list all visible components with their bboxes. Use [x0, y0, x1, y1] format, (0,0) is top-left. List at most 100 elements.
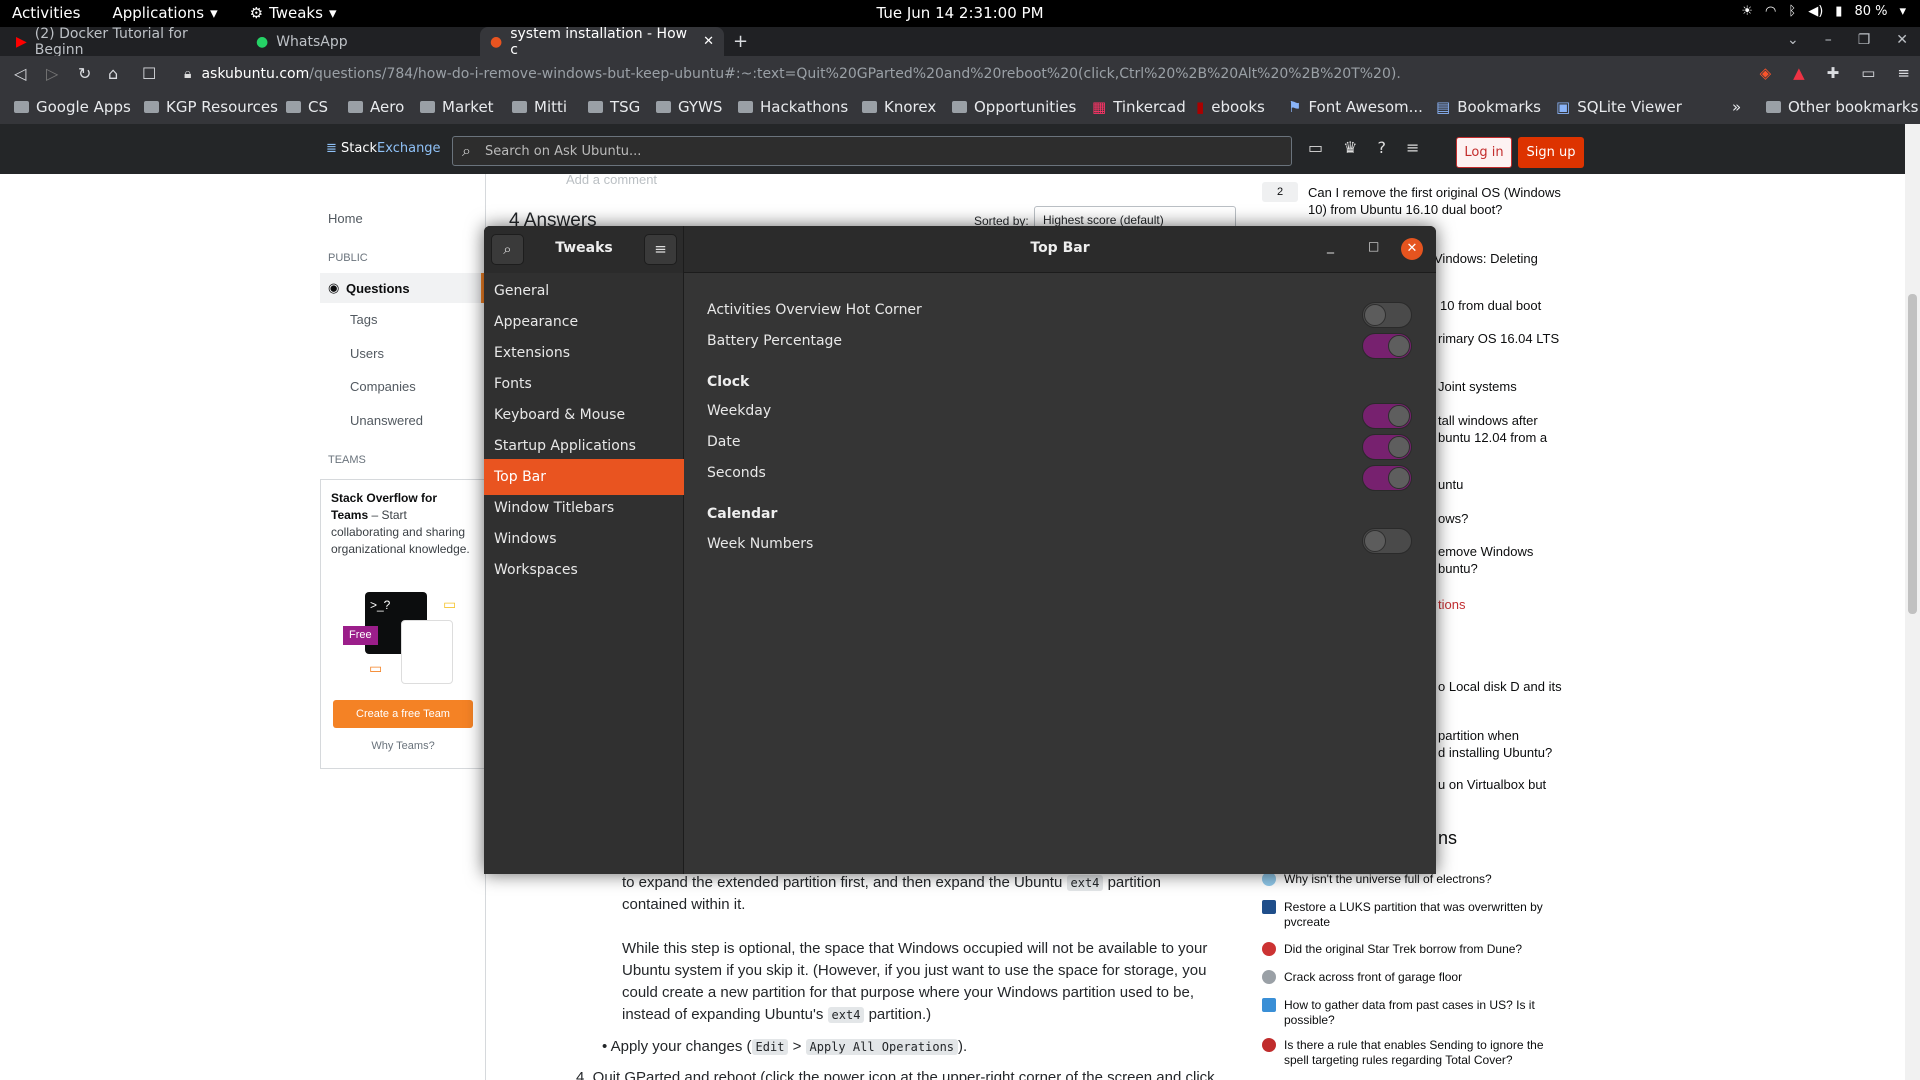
battery-percentage: 80 %	[1854, 4, 1888, 19]
hot-corner-switch[interactable]	[1362, 302, 1412, 328]
bookmark-bookmarks[interactable]: ▤ Bookmarks	[1436, 98, 1541, 116]
create-team-button[interactable]: Create a free Team	[333, 700, 473, 728]
related-question[interactable]: emove Windows	[1438, 543, 1578, 560]
bookmark-opportunities[interactable]: Opportunities	[952, 98, 1076, 116]
home-icon[interactable]: ⌂	[108, 64, 118, 83]
brave-shield-icon[interactable]: ◈	[1760, 64, 1772, 82]
tab-askubuntu[interactable]: ● system installation - How c ✕	[480, 26, 724, 58]
site-switcher-icon[interactable]: ≡	[1406, 138, 1419, 157]
related-question[interactable]: o Local disk D and its	[1438, 678, 1578, 695]
more-bookmarks-button[interactable]: »	[1732, 98, 1741, 116]
bookmark-hackathons[interactable]: Hackathons	[738, 98, 848, 116]
maximize-icon[interactable]: □	[1368, 239, 1379, 253]
close-tab-icon[interactable]: ✕	[703, 34, 714, 49]
brave-rewards-icon[interactable]: ▲	[1793, 64, 1805, 82]
inbox-icon[interactable]: ▭	[1308, 138, 1323, 157]
related-question[interactable]: buntu?	[1438, 560, 1578, 577]
browser-toolbar: ◁ ▷ ↻ ⌂ ☐ 🔒︎ askubuntu.com/questions/784…	[0, 56, 1920, 92]
related-question[interactable]: ows?	[1438, 510, 1578, 527]
nav-tags[interactable]: Tags	[350, 312, 377, 327]
browser-tab-bar: ▶ (2) Docker Tutorial for Beginn ● Whats…	[0, 26, 1920, 58]
extensions-icon[interactable]: ✚	[1827, 64, 1840, 82]
tweaks-app-title: Tweaks	[555, 240, 613, 256]
related-question[interactable]: Vindows: Deleting	[1434, 250, 1574, 267]
battery-percentage-switch[interactable]	[1362, 333, 1412, 359]
nav-home[interactable]: Home	[328, 211, 363, 226]
site-search-input[interactable]: ⌕ Search on Ask Ubuntu...	[452, 136, 1292, 166]
stackexchange-logo[interactable]: ≣ StackExchange	[326, 141, 441, 156]
bookmark-market[interactable]: Market	[420, 98, 494, 116]
bookmark-sqlite-viewer[interactable]: ▣ SQLite Viewer	[1556, 98, 1682, 116]
why-teams-link[interactable]: Why Teams?	[321, 738, 485, 755]
minimize-icon[interactable]: –	[1825, 32, 1832, 48]
nav-companies[interactable]: Companies	[350, 379, 416, 394]
search-icon: ⌕	[503, 240, 512, 258]
seconds-switch[interactable]	[1362, 465, 1412, 491]
close-icon[interactable]: ✕	[1401, 238, 1423, 260]
page-scrollbar[interactable]	[1905, 124, 1920, 1080]
back-icon[interactable]: ◁	[14, 64, 26, 83]
nav-unanswered[interactable]: Unanswered	[350, 413, 423, 428]
address-bar[interactable]: 🔒︎ askubuntu.com/questions/784/how-do-i-…	[172, 60, 1752, 88]
tweaks-sidebar-header: ⌕ Tweaks ≡	[484, 226, 684, 273]
menu-icon[interactable]: ≡	[1897, 64, 1910, 82]
minimize-icon[interactable]: _	[1327, 238, 1334, 254]
add-comment-link[interactable]: Add a comment	[566, 172, 657, 187]
menu-button[interactable]: ≡	[644, 234, 677, 265]
logo-text-bold: Exchange	[377, 141, 441, 156]
globe-icon: ◉	[328, 280, 340, 295]
bookmark-cs[interactable]: CS	[286, 98, 328, 116]
scrollbar-thumb[interactable]	[1908, 294, 1917, 614]
related-question[interactable]: 10 from dual boot	[1440, 297, 1580, 314]
tweaks-nav-workspaces[interactable]: Workspaces	[484, 552, 684, 588]
weekday-switch[interactable]	[1362, 403, 1412, 429]
bookmark-mitti[interactable]: Mitti	[512, 98, 567, 116]
related-question[interactable]: tall windows after	[1438, 412, 1578, 429]
related-question[interactable]: d installing Ubuntu?	[1438, 744, 1578, 761]
bookmark-icon[interactable]: ☐	[142, 64, 156, 83]
signup-button[interactable]: Sign up	[1518, 137, 1584, 168]
related-question[interactable]: partition when	[1438, 727, 1578, 744]
bookmark-other-bookmarks[interactable]: Other bookmarks	[1766, 98, 1918, 116]
bookmark-font-awesome[interactable]: ⚑ Font Awesom...	[1288, 98, 1423, 116]
bookmark-kgp-resources[interactable]: KGP Resources	[144, 98, 278, 116]
related-question[interactable]: buntu 12.04 from a	[1438, 429, 1578, 446]
tweaks-page-title: Top Bar	[1030, 240, 1090, 256]
date-switch[interactable]	[1362, 434, 1412, 460]
tab-docker[interactable]: ▶ (2) Docker Tutorial for Beginn	[6, 26, 246, 58]
achievements-icon[interactable]: ♛	[1343, 138, 1357, 157]
login-button[interactable]: Log in	[1456, 137, 1512, 168]
new-tab-icon[interactable]: +	[733, 31, 748, 52]
wallet-icon[interactable]: ▭	[1861, 64, 1875, 82]
week-numbers-switch[interactable]	[1362, 528, 1412, 554]
related-question[interactable]: Joint systems	[1438, 378, 1578, 395]
setting-row-hot-corner: Activities Overview Hot Corner	[707, 296, 1407, 326]
reload-icon[interactable]: ↻	[78, 64, 91, 83]
bookmark-tinkercad[interactable]: ▦ Tinkercad	[1092, 98, 1186, 116]
help-icon[interactable]: ?	[1377, 138, 1386, 157]
bookmark-knorex[interactable]: Knorex	[862, 98, 936, 116]
bookmark-tsg[interactable]: TSG	[588, 98, 640, 116]
bookmark-gyws[interactable]: GYWS	[656, 98, 722, 116]
bookmark-ebooks[interactable]: ▮ ebooks	[1196, 98, 1265, 116]
restore-icon[interactable]: ❐	[1858, 32, 1871, 48]
clock-section-heading: Clock	[707, 374, 750, 390]
tab-search-icon[interactable]: ⌄	[1787, 32, 1799, 48]
related-question[interactable]: untu	[1438, 476, 1578, 493]
search-button[interactable]: ⌕	[491, 234, 524, 265]
folder-icon	[14, 101, 29, 113]
related-question[interactable]: Can I remove the first original OS (Wind…	[1308, 184, 1576, 218]
system-tray[interactable]: ☀ ◠ ᛒ ◀) ▮ 80 % ▾	[1741, 4, 1906, 19]
related-question[interactable]: rimary OS 16.04 LTS	[1438, 330, 1578, 347]
search-placeholder: Search on Ask Ubuntu...	[485, 143, 642, 159]
close-window-icon[interactable]: ✕	[1896, 32, 1908, 48]
related-question[interactable]: u on Virtualbox but	[1438, 776, 1578, 793]
forward-icon[interactable]: ▷	[46, 64, 58, 83]
bookmark-aero[interactable]: Aero	[348, 98, 404, 116]
nav-questions[interactable]: ◉ Questions	[320, 273, 484, 303]
tab-whatsapp[interactable]: ● WhatsApp	[246, 27, 476, 56]
more-linked-questions[interactable]: tions	[1438, 596, 1578, 613]
nav-users[interactable]: Users	[350, 346, 384, 361]
clock[interactable]: Tue Jun 14 2:31:00 PM	[0, 4, 1920, 22]
bookmark-google-apps[interactable]: Google Apps	[14, 98, 131, 116]
